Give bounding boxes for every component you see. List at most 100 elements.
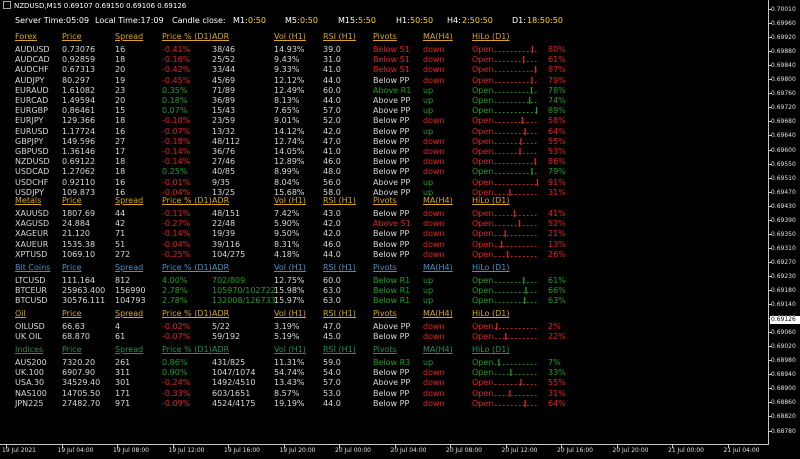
sparkline-dot xyxy=(499,292,501,294)
sparkline-dot xyxy=(507,122,509,124)
price-axis-label: 0.69470 xyxy=(771,188,796,196)
sparkline-dot xyxy=(535,122,537,124)
sparkline-dot xyxy=(507,132,509,134)
volume-cell: 19.19% xyxy=(274,398,305,408)
sparkline-dot xyxy=(507,302,509,304)
hilo-range-sparkline xyxy=(495,399,537,407)
instrument-row[interactable]: XPTUSD 1069.10 272 -0.25% 104/275 4.18% 44.0 Be… xyxy=(0,249,600,260)
column-header: Spread xyxy=(115,345,144,354)
chart-title: NZDUSD,M15 0.69107 0.69150 0.69106 0.691… xyxy=(14,2,187,10)
d1-label: D1: xyxy=(512,16,526,25)
ma-trend-cell: up xyxy=(423,296,434,306)
spread-cell: 61 xyxy=(115,332,126,342)
column-header: Pivots xyxy=(373,309,397,318)
sparkline-dot xyxy=(511,384,513,386)
sparkline-dot xyxy=(499,328,501,329)
sparkline-marker xyxy=(500,240,503,248)
sparkline-dot xyxy=(531,102,533,103)
sparkline-dot xyxy=(499,404,501,406)
sparkline-dot xyxy=(519,338,521,340)
sparkline-marker xyxy=(525,287,527,295)
instrument-row[interactable]: UK OIL 68.870 61 -0.07% 59/192 5.19% 45.0 Below… xyxy=(0,331,600,342)
sparkline-dot xyxy=(495,61,497,63)
sparkline-dot xyxy=(499,71,501,73)
sparkline-dot xyxy=(527,51,529,52)
price-axis-label: 0.69680 xyxy=(771,118,796,126)
column-header: Oil xyxy=(15,309,26,318)
time-axis[interactable]: 19 Jul 2021 19 Jul 04:00 19 Jul 08:00 19 Ju… xyxy=(0,445,769,459)
sparkline-dot xyxy=(535,51,537,52)
pivot-cell: Below PP xyxy=(373,332,410,342)
sparkline-marker xyxy=(534,158,536,166)
sparkline-dot xyxy=(503,215,505,216)
sparkline-dot xyxy=(503,235,505,237)
sparkline-dot xyxy=(527,183,529,185)
sparkline-dot xyxy=(503,404,505,406)
adr-cell: 4524/4175 xyxy=(212,398,256,408)
sparkline-dot xyxy=(511,245,513,247)
price-axis[interactable]: 0.70010 0.69960 0.69920 0.69880 0.69840 0.698… xyxy=(769,0,800,444)
instrument-row[interactable]: BTCUSD 30576.111 104793 2.78% 132008/126733 1… xyxy=(0,295,600,306)
price-axis-label: 0.69390 xyxy=(771,216,796,224)
sparkline-dot xyxy=(507,142,509,144)
symbol-cell: XPTUSD xyxy=(15,249,48,259)
sparkline-dot xyxy=(535,215,537,216)
sparkline-dot xyxy=(507,183,509,185)
sparkline-dot xyxy=(531,282,533,283)
m1-value: 0:50 xyxy=(248,16,266,25)
time-axis-label: 20 Jul 16:00 xyxy=(557,447,593,454)
column-header: MA(H4) xyxy=(423,32,453,41)
volume-cell: 5.19% xyxy=(274,332,300,342)
price-change-cell: 2.78% xyxy=(162,296,188,306)
sparkline-dot xyxy=(507,215,509,216)
sparkline-dot xyxy=(507,112,509,114)
price-axis-label: 0.69310 xyxy=(771,244,796,252)
sparkline-dot xyxy=(523,142,525,144)
time-axis-label: 20 Jul 00:00 xyxy=(335,447,371,454)
sparkline-dot xyxy=(515,153,517,154)
sparkline-dot xyxy=(531,153,533,154)
sparkline-dot xyxy=(495,245,497,247)
sparkline-dot xyxy=(495,91,497,93)
column-header: Price xyxy=(62,263,82,272)
column-header: RSI (H1) xyxy=(323,263,356,272)
price-axis-label: 0.69920 xyxy=(771,34,796,42)
sparkline-dot xyxy=(527,173,529,175)
column-header: Spread xyxy=(115,309,144,318)
sparkline-marker xyxy=(531,46,534,53)
price-axis-label: 0.69800 xyxy=(771,76,796,84)
sparkline-dot xyxy=(495,71,497,73)
sparkline-dot xyxy=(523,364,525,365)
sparkline-dot xyxy=(511,183,513,185)
sparkline-dot xyxy=(495,163,497,165)
sparkline-dot xyxy=(519,292,521,294)
sparkline-dot xyxy=(535,235,537,237)
time-axis-label: 19 Jul 04:00 xyxy=(57,447,94,454)
sparkline-dot xyxy=(495,394,497,396)
sparkline-dot xyxy=(495,215,497,216)
sparkline-dot xyxy=(511,193,513,195)
sparkline-dot xyxy=(523,374,525,376)
instrument-row[interactable]: JPN225 27482.70 971 -0.09% 4524/4175 19.19% 44… xyxy=(0,398,600,409)
sparkline-dot xyxy=(511,153,513,154)
sparkline-dot xyxy=(511,112,513,114)
time-axis-label: 19 Jul 16:00 xyxy=(224,447,260,454)
sparkline-dot xyxy=(499,374,501,376)
sparkline-dot xyxy=(503,255,505,257)
sparkline-dot xyxy=(515,364,517,365)
sparkline-dot xyxy=(503,81,505,83)
sparkline-dot xyxy=(503,374,505,376)
column-header: ADR xyxy=(212,263,230,272)
sparkline-dot xyxy=(527,384,529,386)
sparkline-dot xyxy=(523,112,525,114)
sparkline-dot xyxy=(535,61,537,63)
sparkline-dot xyxy=(503,394,505,396)
sparkline-dot xyxy=(535,102,537,103)
sparkline-dot xyxy=(519,364,521,365)
column-header: Pivots xyxy=(373,263,397,272)
sparkline-dot xyxy=(519,394,521,396)
sparkline-dot xyxy=(527,91,529,93)
time-axis-label: 21 Jul 04:00 xyxy=(723,447,760,454)
hilo-label-cell: Open xyxy=(472,249,494,259)
sparkline-dot xyxy=(531,404,533,406)
